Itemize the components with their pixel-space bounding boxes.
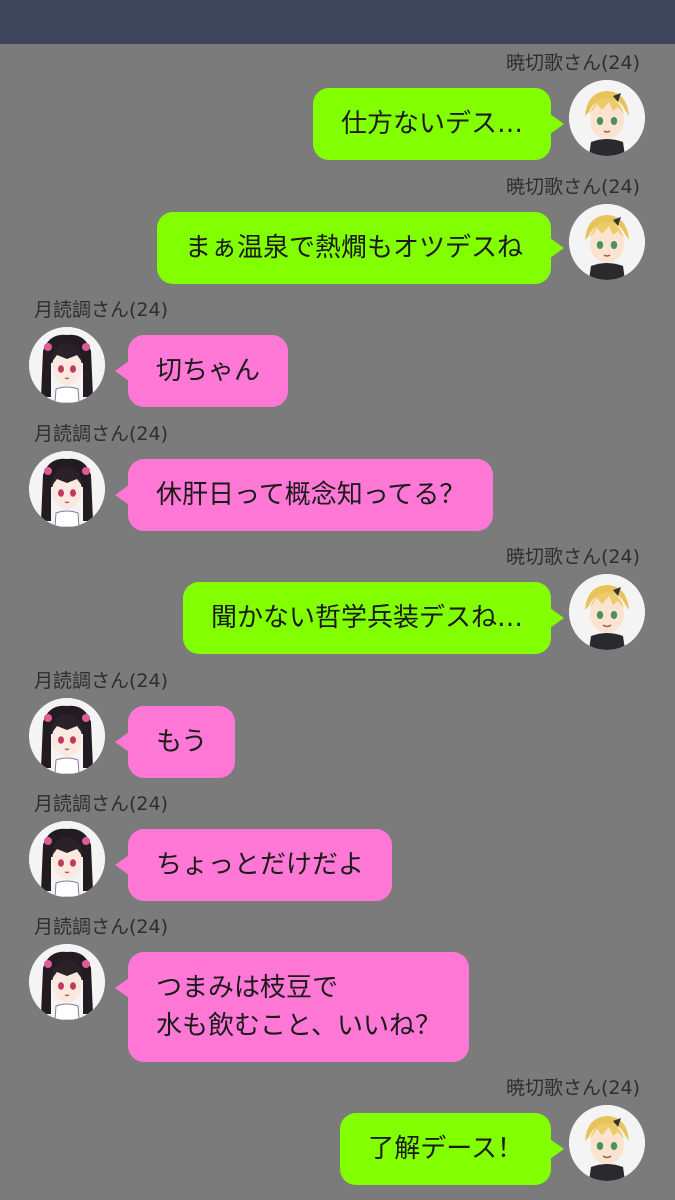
message-bubble[interactable]: 休肝日って概念知ってる？ [114,459,494,531]
message-text: 水も飲むこと、いいね？ [156,1011,441,1041]
shirabe-avatar-icon[interactable] [29,451,105,527]
message-text: 仕方ないデス… [340,109,523,139]
message-bubble[interactable]: 聞かない哲学兵装デスね… [182,582,565,654]
kirika-avatar-icon[interactable] [569,204,645,280]
message-text: まぁ温泉で熱燗もオツデスね [184,233,523,263]
sender-name: 暁切歌さん(24) [505,546,640,568]
message-text: もう [156,727,208,757]
chat-message-list[interactable]: 暁切歌さん(24) 仕方ないデス… 暁切歌さん(24) まぁ温泉で熱燗もオツデス… [0,44,675,1200]
message-text: つまみは枝豆で [156,973,339,1003]
message-text: ちょっとだけだよ [156,850,365,880]
kirika-avatar-icon[interactable] [569,1105,645,1181]
shirabe-avatar-icon[interactable] [29,821,105,897]
message-bubble[interactable]: ちょっとだけだよ [114,829,393,901]
message-text: 了解デース！ [368,1134,523,1164]
message-text: 聞かない哲学兵装デスね… [210,603,523,633]
message-bubble[interactable]: つまみは枝豆で 水も飲むこと、いいね？ [115,952,469,1062]
message-text: 切ちゃん [156,356,261,386]
sender-name: 暁切歌さん(24) [505,1077,640,1099]
sender-name: 月読調さん(24) [34,793,169,815]
sender-name: 月読調さん(24) [34,670,169,692]
message-bubble[interactable]: 仕方ないデス… [312,88,565,160]
message-bubble[interactable]: もう [114,706,236,778]
sender-name: 暁切歌さん(24) [505,52,640,74]
message-bubble[interactable]: まぁ温泉で熱燗もオツデスね [156,212,565,284]
message-bubble[interactable]: 切ちゃん [114,335,289,407]
message-bubble[interactable]: 了解デース！ [340,1113,564,1185]
shirabe-avatar-icon[interactable] [29,944,105,1020]
status-bar [0,0,675,44]
kirika-avatar-icon[interactable] [569,574,645,650]
kirika-avatar-icon[interactable] [569,80,645,156]
shirabe-avatar-icon[interactable] [29,327,105,403]
sender-name: 月読調さん(24) [34,916,169,938]
sender-name: 月読調さん(24) [34,423,169,445]
message-text: 休肝日って概念知ってる？ [156,480,466,510]
sender-name: 暁切歌さん(24) [505,176,640,198]
shirabe-avatar-icon[interactable] [29,698,105,774]
sender-name: 月読調さん(24) [34,299,169,321]
